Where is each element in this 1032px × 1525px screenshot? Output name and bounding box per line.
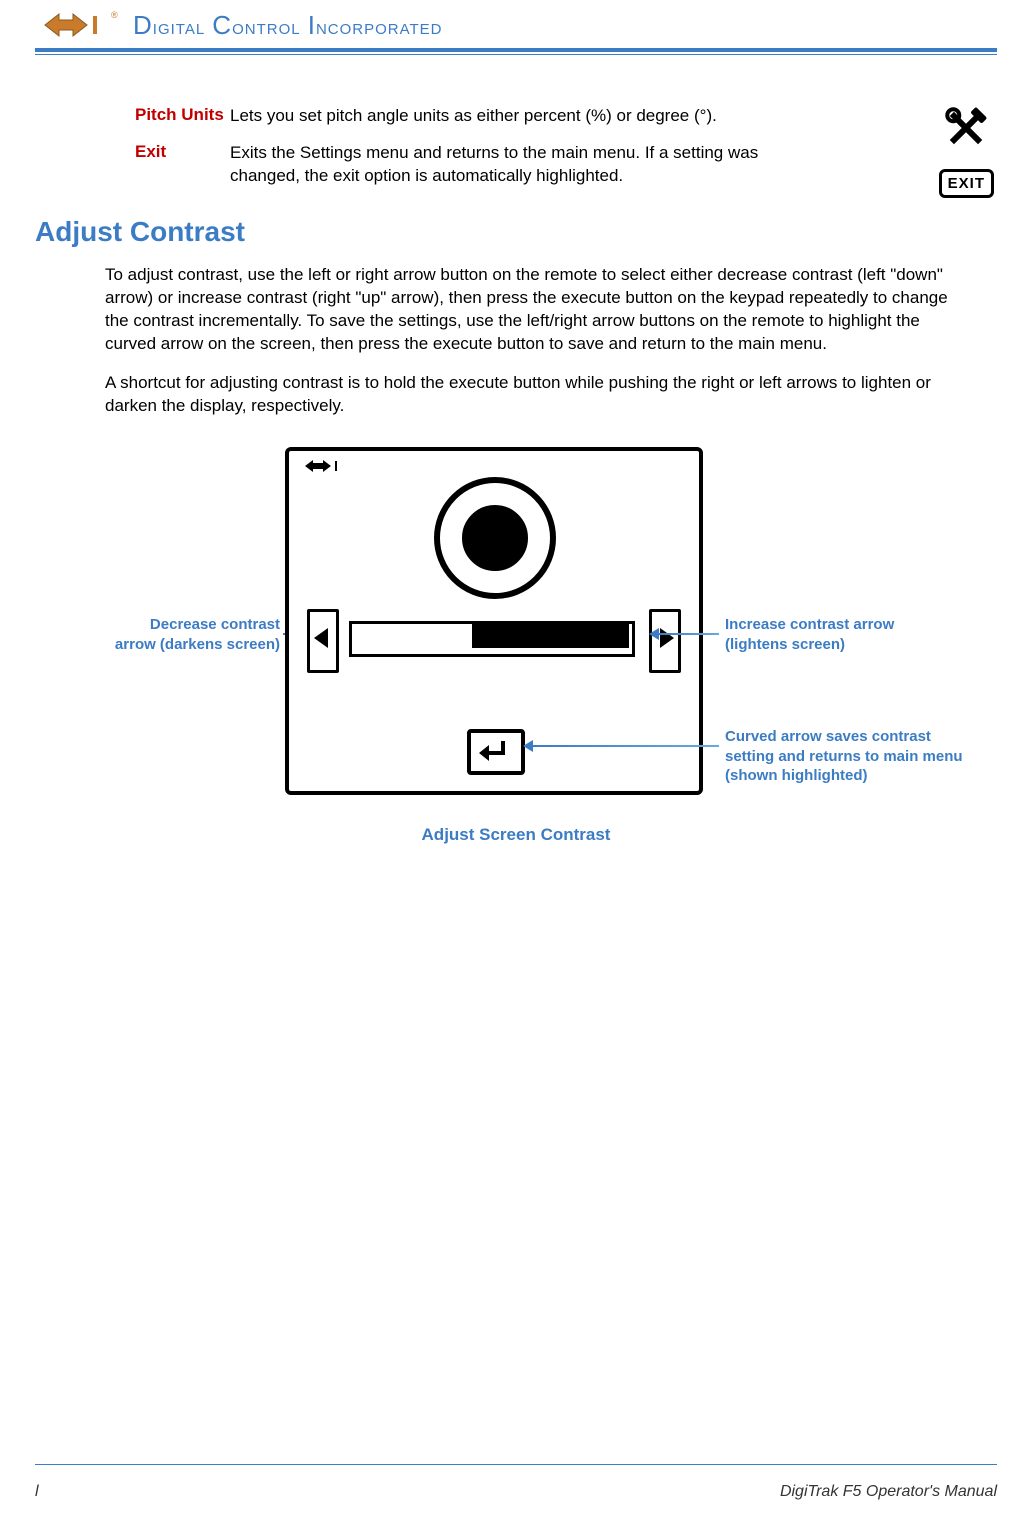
dci-logo-icon: ®	[35, 8, 121, 42]
def-text: Exits the Settings menu and returns to t…	[230, 142, 807, 188]
footer-left: l	[35, 1483, 39, 1501]
margin-icons: EXIT	[939, 105, 994, 198]
increase-contrast-button[interactable]	[649, 609, 681, 673]
dci-mini-logo-icon	[301, 457, 357, 475]
header-rule-thick	[35, 48, 997, 52]
contrast-slider	[349, 621, 635, 657]
section-heading: Adjust Contrast	[35, 216, 997, 248]
def-term: Exit	[135, 142, 230, 188]
figure-caption: Adjust Screen Contrast	[35, 825, 997, 845]
def-row-pitch-units: Pitch Units Lets you set pitch angle uni…	[135, 105, 807, 128]
exit-icon: EXIT	[939, 169, 994, 198]
paragraph: A shortcut for adjusting contrast is to …	[105, 372, 957, 418]
callout-arrow-icon	[533, 745, 719, 747]
decrease-contrast-button[interactable]	[307, 609, 339, 673]
page-footer: l DigiTrak F5 Operator's Manual	[35, 1483, 997, 1501]
callout-increase-contrast: Increase contrast arrow (lightens screen…	[725, 615, 945, 654]
logo-row: ® Digital Control Incorporated	[35, 8, 997, 42]
paragraph: To adjust contrast, use the left or righ…	[105, 264, 957, 356]
footer-rule	[35, 1464, 997, 1465]
def-row-exit: Exit Exits the Settings menu and returns…	[135, 142, 807, 188]
callout-decrease-contrast: Decrease contrast arrow (darkens screen)	[110, 615, 280, 654]
page-header: ® Digital Control Incorporated	[0, 0, 1032, 42]
callout-arrow-icon	[659, 633, 719, 635]
def-term: Pitch Units	[135, 105, 230, 128]
page-content: EXIT Pitch Units Lets you set pitch angl…	[0, 55, 1032, 845]
figure-adjust-contrast: Decrease contrast arrow (darkens screen)	[35, 447, 997, 807]
company-name: Digital Control Incorporated	[133, 10, 443, 41]
contrast-dial-icon	[434, 477, 556, 599]
definitions-list: Pitch Units Lets you set pitch angle uni…	[135, 105, 807, 188]
tools-crossed-icon	[943, 105, 989, 151]
return-button[interactable]	[467, 729, 525, 775]
footer-right: DigiTrak F5 Operator's Manual	[780, 1483, 997, 1501]
exit-icon-label: EXIT	[948, 175, 985, 192]
svg-text:®: ®	[111, 10, 118, 20]
def-text: Lets you set pitch angle units as either…	[230, 105, 807, 128]
device-screen	[285, 447, 703, 795]
callout-return-arrow: Curved arrow saves contrast setting and …	[725, 727, 965, 786]
